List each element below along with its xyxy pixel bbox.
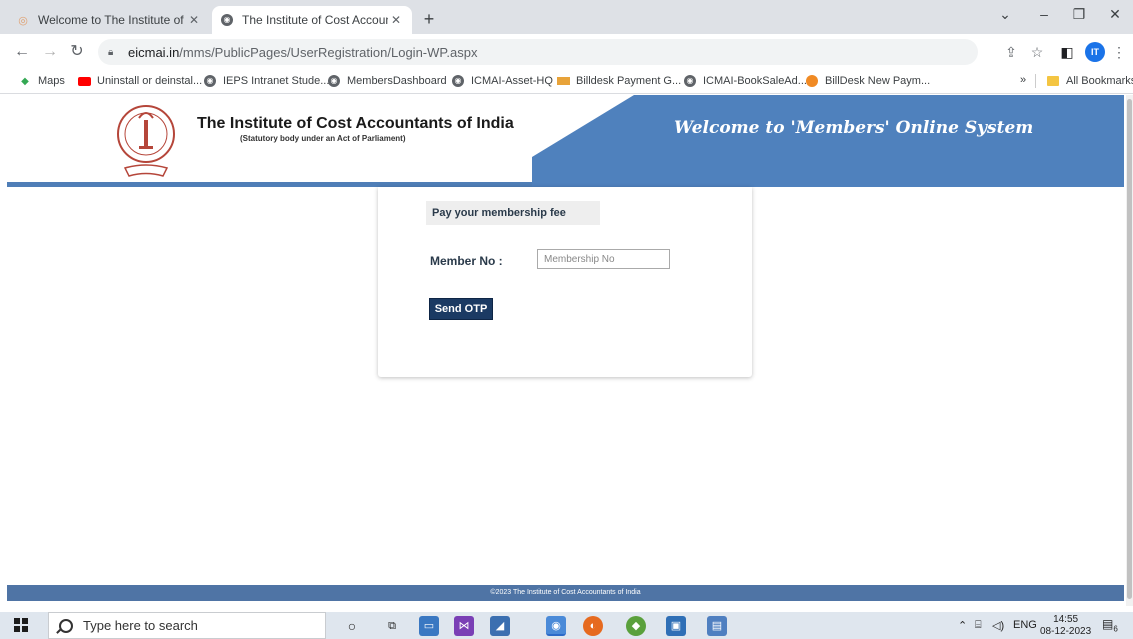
network-icon[interactable]: ⌸ xyxy=(975,619,982,632)
language-indicator[interactable]: ENG xyxy=(1013,619,1037,631)
billdesk-icon xyxy=(805,74,819,88)
site-header: The Institute of Cost Accountants of Ind… xyxy=(7,95,1124,187)
page-footer: ©2023 The Institute of Cost Accountants … xyxy=(7,585,1124,601)
more-bookmarks-label: » xyxy=(1020,74,1027,86)
folder-icon xyxy=(1046,74,1060,88)
clock-date: 08-12-2023 xyxy=(1040,626,1092,637)
minimize-button[interactable]: – xyxy=(1029,6,1059,22)
windows-taskbar: Type here to search ○ ⧉ ▭ ⋈ ◢ ◉ ◐ ◆ ▣ ▤ … xyxy=(0,612,1133,639)
new-tab-button[interactable]: + xyxy=(418,9,440,31)
remote-desktop-icon[interactable]: ▣ xyxy=(666,616,686,636)
bookmark-label: Billdesk Payment G... xyxy=(576,75,682,87)
bookmark-uninstall[interactable]: Uninstall or deinstal... xyxy=(77,74,202,88)
firefox-icon[interactable]: ◐ xyxy=(583,616,603,636)
bookmark-label: Uninstall or deinstal... xyxy=(97,75,203,87)
bookmark-billdesk[interactable]: Billdesk Payment G... xyxy=(556,74,681,88)
icai-logo-icon xyxy=(117,105,175,177)
youtube-icon xyxy=(77,74,91,88)
url-path: /mms/PublicPages/UserRegistration/Login-… xyxy=(179,44,478,60)
taskbar-search-box[interactable]: Type here to search xyxy=(48,612,326,639)
app-icon[interactable]: ◆ xyxy=(626,616,646,636)
bookmark-billdesk-new[interactable]: BillDesk New Paym... xyxy=(805,74,930,88)
all-bookmarks-label: All Bookmarks xyxy=(1066,75,1133,87)
chrome-icon[interactable]: ◉ xyxy=(546,616,566,636)
back-button[interactable]: ← xyxy=(12,42,32,62)
payment-form-card: Pay your membership fee Member No : Send… xyxy=(378,187,752,377)
card-icon xyxy=(556,74,570,88)
profile-avatar[interactable]: IT xyxy=(1085,42,1105,62)
web-page: The Institute of Cost Accountants of Ind… xyxy=(0,95,1133,606)
browser-toolbar: ← → ↻ 🔒︎ eicmai.in/mms/PublicPages/UserR… xyxy=(0,34,1133,70)
tab-welcome[interactable]: ◎ Welcome to The Institute of Cos ✕ xyxy=(8,6,210,34)
close-window-button[interactable]: ✕ xyxy=(1100,6,1130,23)
volume-icon[interactable]: ◁) xyxy=(992,619,1004,632)
close-tab-icon[interactable]: ✕ xyxy=(186,13,202,27)
tab-favicon-icon: ◎ xyxy=(18,14,28,27)
bookmark-asset-hq[interactable]: ◉ ICMAI-Asset-HQ xyxy=(451,74,553,88)
welcome-heading: Welcome to 'Members' Online System xyxy=(674,118,1034,138)
desktop-app-icon[interactable]: ▭ xyxy=(419,616,439,636)
restore-button[interactable]: ❐ xyxy=(1064,6,1094,23)
task-view-icon[interactable]: ⧉ xyxy=(382,616,402,636)
globe-icon: ◉ xyxy=(683,74,697,88)
institute-subtitle: (Statutory body under an Act of Parliame… xyxy=(240,134,406,143)
maps-icon: ◆ xyxy=(21,75,29,87)
member-no-label: Member No : xyxy=(430,254,503,268)
notification-center-icon[interactable]: ▤6 xyxy=(1102,617,1118,633)
clock-time: 14:55 xyxy=(1053,614,1079,625)
lock-icon[interactable]: 🔒︎ xyxy=(108,47,120,58)
form-title: Pay your membership fee xyxy=(426,201,600,225)
visual-studio-icon[interactable]: ⋈ xyxy=(454,616,474,636)
cortana-icon[interactable]: ○ xyxy=(342,616,362,636)
scrollbar-thumb[interactable] xyxy=(1127,99,1132,599)
bookmark-star-icon[interactable]: ☆ xyxy=(1027,42,1047,62)
bookmark-booksale[interactable]: ◉ ICMAI-BookSaleAd... xyxy=(683,74,807,88)
page-scrollbar[interactable] xyxy=(1126,95,1133,606)
tab-search-chevron-icon[interactable]: ⌄ xyxy=(990,6,1020,23)
bookmark-label: Maps xyxy=(38,75,65,87)
bookmark-ieps[interactable]: ◉ IEPS Intranet Stude... xyxy=(203,74,329,88)
app-icon[interactable]: ▤ xyxy=(707,616,727,636)
globe-icon: ◉ xyxy=(203,74,217,88)
menu-kebab-icon[interactable]: ⋮ xyxy=(1109,42,1129,62)
side-panel-icon[interactable]: ◧ xyxy=(1057,42,1077,62)
tab-title: The Institute of Cost Accountant xyxy=(242,13,388,27)
taskbar-search-placeholder: Type here to search xyxy=(83,618,198,633)
windows-start-icon[interactable] xyxy=(14,618,28,632)
share-icon[interactable]: ⇪ xyxy=(1001,42,1021,62)
close-tab-icon[interactable]: ✕ xyxy=(388,13,404,27)
notification-count: 6 xyxy=(1113,624,1118,634)
address-bar[interactable]: 🔒︎ eicmai.in/mms/PublicPages/UserRegistr… xyxy=(98,39,978,65)
url-host: eicmai.in xyxy=(128,44,180,60)
bookmark-membersdashboard[interactable]: ◉ MembersDashboard xyxy=(327,74,447,88)
tab-login[interactable]: ◉ The Institute of Cost Accountant ✕ xyxy=(212,6,412,34)
bookmark-label: ICMAI-BookSaleAd... xyxy=(703,75,807,87)
show-hidden-icons-icon[interactable]: ⌃ xyxy=(958,619,967,632)
app-icon[interactable]: ◢ xyxy=(490,616,510,636)
tab-title: Welcome to The Institute of Cos xyxy=(38,13,186,27)
reload-button[interactable]: ↻ xyxy=(67,42,87,62)
all-bookmarks-button[interactable]: All Bookmarks xyxy=(1035,74,1133,88)
institute-name: The Institute of Cost Accountants of Ind… xyxy=(197,115,514,132)
search-icon xyxy=(59,618,73,633)
bookmark-label: ICMAI-Asset-HQ xyxy=(471,75,553,87)
bookmark-label: MembersDashboard xyxy=(347,75,447,87)
globe-icon: ◉ xyxy=(451,74,465,88)
bookmark-label: BillDesk New Paym... xyxy=(825,75,931,87)
browser-tab-strip: ◎ Welcome to The Institute of Cos ✕ ◉ Th… xyxy=(0,0,1133,34)
send-otp-button[interactable]: Send OTP xyxy=(429,298,493,320)
bookmark-label: IEPS Intranet Stude... xyxy=(223,75,330,87)
globe-icon: ◉ xyxy=(327,74,341,88)
bookmarks-bar: ◆ Maps Uninstall or deinstal... ◉ IEPS I… xyxy=(0,70,1133,94)
forward-button[interactable]: → xyxy=(40,42,60,62)
taskbar-clock[interactable]: 14:55 08-12-2023 xyxy=(1040,614,1091,638)
more-bookmarks-button[interactable]: » xyxy=(1020,74,1026,86)
globe-icon: ◉ xyxy=(220,13,234,27)
bookmark-maps[interactable]: ◆ Maps xyxy=(18,74,65,88)
membership-no-input[interactable] xyxy=(537,249,670,269)
